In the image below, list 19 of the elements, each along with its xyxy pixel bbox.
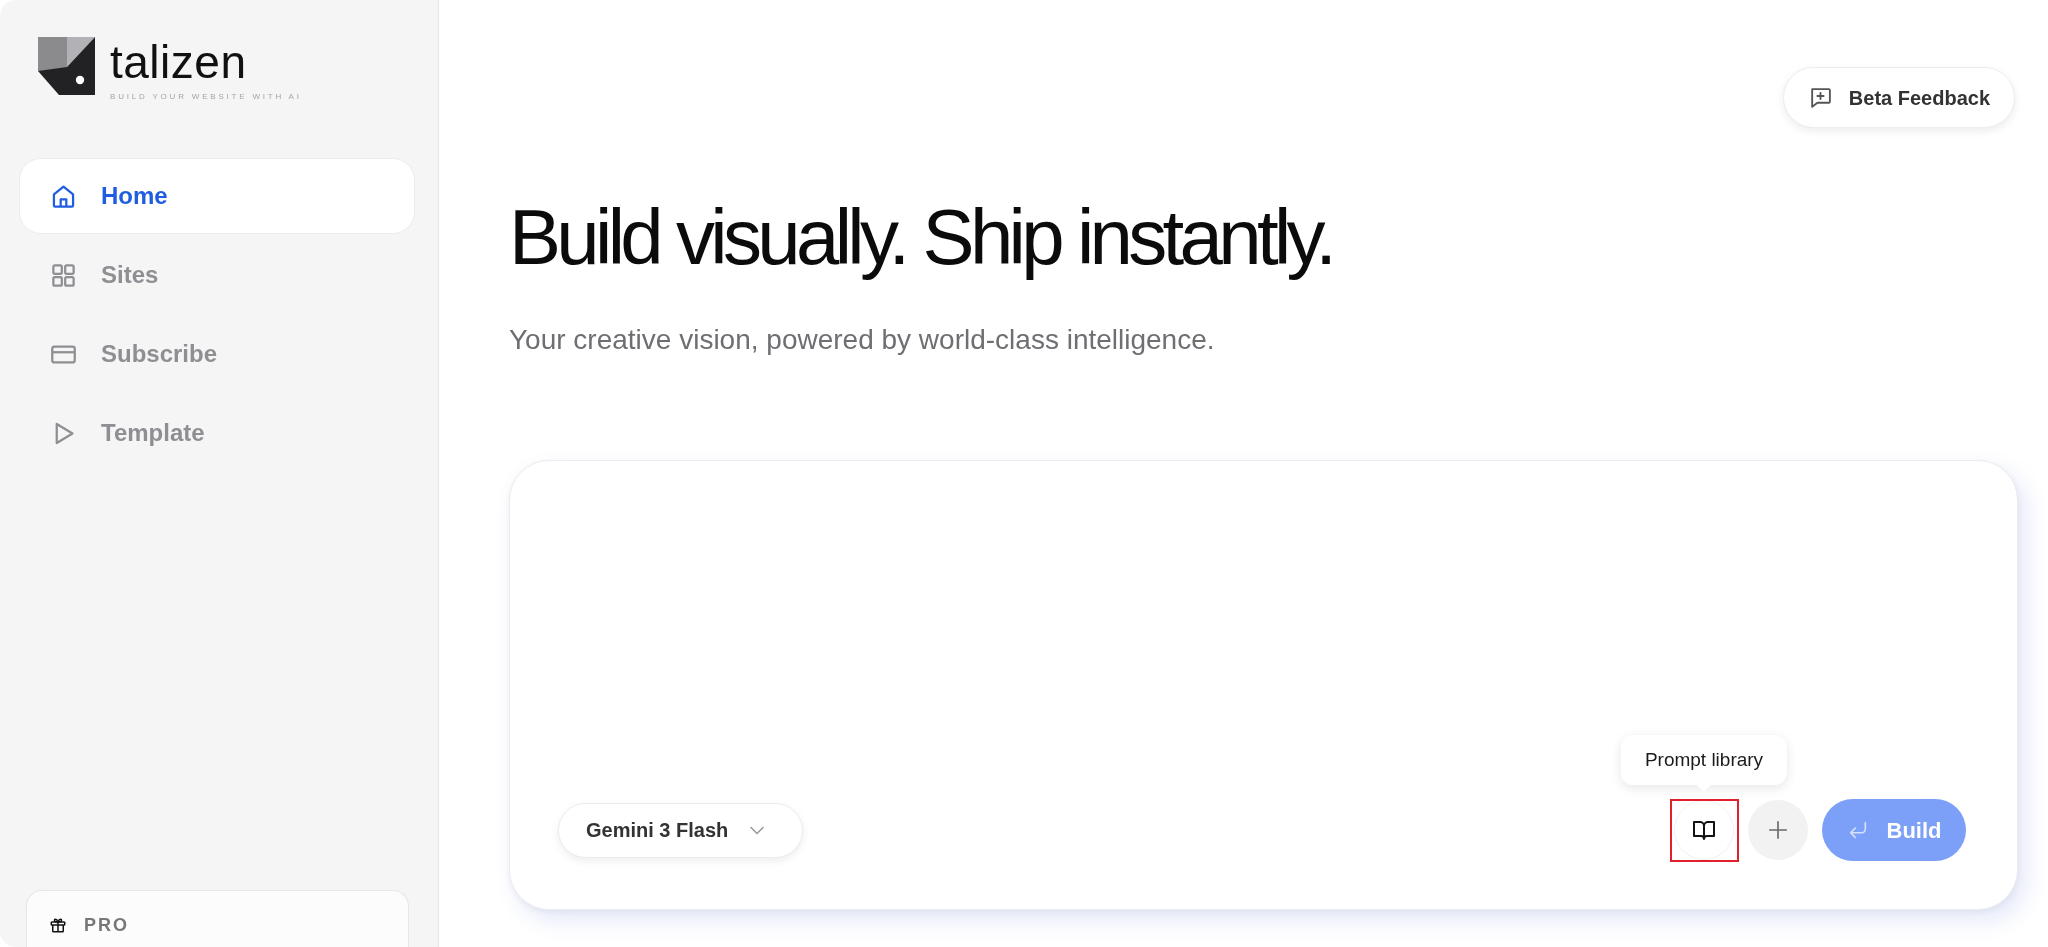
model-dropdown[interactable]: Gemini 3 Flash bbox=[558, 802, 803, 858]
plus-icon bbox=[1767, 819, 1789, 842]
sidebar-item[interactable]: Home bbox=[19, 158, 415, 234]
book-icon bbox=[1692, 818, 1716, 843]
gift-icon bbox=[49, 916, 67, 934]
brand-tagline: BUILD YOUR WEBSITE WITH AI bbox=[110, 93, 302, 101]
logo-icon bbox=[38, 37, 95, 95]
sidebar-item[interactable]: Template bbox=[19, 395, 415, 471]
hero-subtitle: Your creative vision, powered by world-class intelligence. bbox=[509, 322, 1216, 357]
sidebar-item[interactable]: Sites bbox=[19, 237, 415, 313]
brand-name: talizen bbox=[110, 39, 248, 85]
plan-label: PRO bbox=[84, 916, 129, 934]
home-icon bbox=[50, 182, 77, 210]
sidebar-item[interactable]: Subscribe bbox=[19, 316, 415, 392]
feedback-button[interactable]: Beta Feedback bbox=[1782, 67, 2015, 128]
plan-card[interactable]: PRO bbox=[26, 890, 409, 947]
chevron-down-icon bbox=[750, 825, 765, 835]
hero-title: Build visually. Ship instantly. bbox=[509, 193, 1334, 283]
grid-icon bbox=[50, 261, 77, 289]
